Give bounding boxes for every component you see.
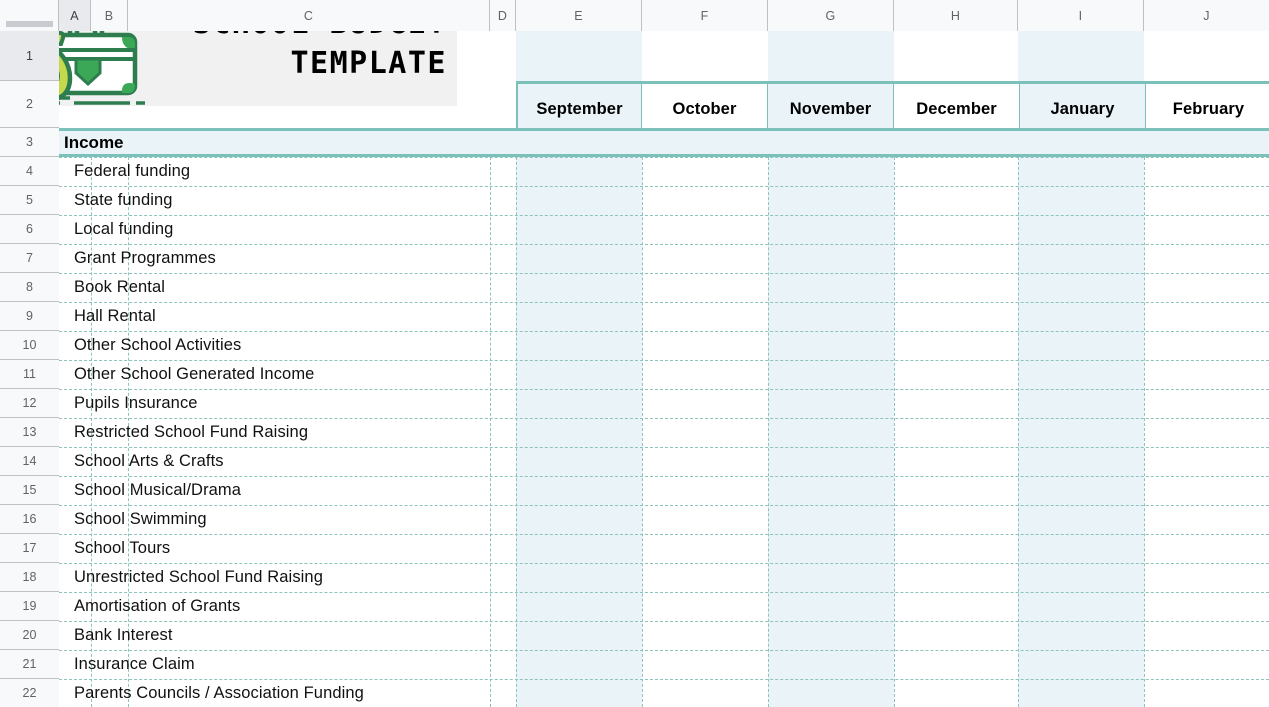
cell-gridline-horizontal	[59, 534, 1269, 535]
budget-item-row[interactable]: Parents Councils / Association Funding	[74, 679, 364, 707]
row-header-6[interactable]: 6	[0, 215, 59, 244]
row-header-21[interactable]: 21	[0, 650, 59, 679]
row-header-11[interactable]: 11	[0, 360, 59, 389]
row-header-7[interactable]: 7	[0, 244, 59, 273]
budget-item-row[interactable]: Local funding	[74, 215, 173, 244]
budget-item-row[interactable]: Book Rental	[74, 273, 165, 302]
budget-item-row[interactable]: School Arts & Crafts	[74, 447, 224, 476]
cell-gridline-horizontal	[59, 621, 1269, 622]
row-header-18[interactable]: 18	[0, 563, 59, 592]
cell-gridline-vertical	[490, 157, 491, 707]
month-header-january[interactable]: January	[1020, 84, 1146, 134]
spreadsheet-canvas: $ SCHOOL BUDGET TEMPLATE SeptemberOctobe…	[0, 0, 1269, 707]
cell-gridline-vertical	[1018, 157, 1019, 707]
column-header-e[interactable]: E	[516, 0, 642, 31]
budget-item-row[interactable]: School Musical/Drama	[74, 476, 241, 505]
row-header-10[interactable]: 10	[0, 331, 59, 360]
cell-gridline-horizontal	[59, 215, 1269, 216]
cell-gridline-vertical	[894, 157, 895, 707]
column-header-h[interactable]: H	[894, 0, 1018, 31]
month-header-october[interactable]: October	[642, 84, 768, 134]
row-header-9[interactable]: 9	[0, 302, 59, 331]
cell-gridline-vertical	[768, 157, 769, 707]
month-header-december[interactable]: December	[894, 84, 1020, 134]
cell-gridline-vertical	[516, 157, 517, 707]
budget-item-row[interactable]: State funding	[74, 186, 173, 215]
budget-item-row[interactable]: School Swimming	[74, 505, 207, 534]
column-header-strip: ABCDEFGHIJ	[0, 0, 1269, 31]
section-title: Income	[64, 132, 124, 152]
budget-item-row[interactable]: Other School Activities	[74, 331, 241, 360]
section-row-income[interactable]: Income	[59, 128, 1269, 157]
row-header-19[interactable]: 19	[0, 592, 59, 621]
row-header-4[interactable]: 4	[0, 157, 59, 186]
budget-item-row[interactable]: Hall Rental	[74, 302, 156, 331]
budget-item-row[interactable]: Unrestricted School Fund Raising	[74, 563, 323, 592]
column-header-d[interactable]: D	[490, 0, 516, 31]
cell-gridline-horizontal	[59, 302, 1269, 303]
row-header-14[interactable]: 14	[0, 447, 59, 476]
budget-item-row[interactable]: Grant Programmes	[74, 244, 216, 273]
budget-item-row[interactable]: Federal funding	[74, 157, 190, 186]
row-header-2[interactable]: 2	[0, 81, 59, 128]
column-header-j[interactable]: J	[1144, 0, 1269, 31]
column-header-f[interactable]: F	[642, 0, 768, 31]
cell-gridline-horizontal	[59, 273, 1269, 274]
row-header-17[interactable]: 17	[0, 534, 59, 563]
column-header-b[interactable]: B	[91, 0, 128, 31]
cell-gridline-horizontal	[59, 186, 1269, 187]
row-header-1[interactable]: 1	[0, 31, 59, 81]
column-header-a[interactable]: A	[59, 0, 91, 31]
row-header-12[interactable]: 12	[0, 389, 59, 418]
cell-gridline-vertical	[642, 157, 643, 707]
select-all-corner[interactable]	[0, 0, 59, 31]
row-header-15[interactable]: 15	[0, 476, 59, 505]
budget-item-row[interactable]: Pupils Insurance	[74, 389, 198, 418]
row-header-5[interactable]: 5	[0, 186, 59, 215]
budget-item-row[interactable]: Bank Interest	[74, 621, 173, 650]
column-header-g[interactable]: G	[768, 0, 894, 31]
month-header-september[interactable]: September	[516, 84, 642, 134]
month-header-february[interactable]: February	[1146, 84, 1269, 134]
cell-gridline-horizontal	[59, 447, 1269, 448]
budget-item-row[interactable]: Other School Generated Income	[74, 360, 314, 389]
budget-item-row[interactable]: Restricted School Fund Raising	[74, 418, 308, 447]
column-header-i[interactable]: I	[1018, 0, 1144, 31]
month-header-november[interactable]: November	[768, 84, 894, 134]
row-header-16[interactable]: 16	[0, 505, 59, 534]
budget-item-row[interactable]: Amortisation of Grants	[74, 592, 240, 621]
cell-gridline-horizontal	[59, 244, 1269, 245]
row-header-strip: 1 2 3 4 5 6 7 8 9 10 11 12 13 14 15 16 17 18 19 20 21 22	[0, 31, 59, 707]
column-header-c[interactable]: C	[128, 0, 490, 31]
row-header-20[interactable]: 20	[0, 621, 59, 650]
cell-gridline-horizontal	[59, 592, 1269, 593]
cell-gridline-horizontal	[59, 505, 1269, 506]
cell-gridline-horizontal	[59, 157, 1269, 158]
budget-item-row[interactable]: Insurance Claim	[74, 650, 195, 679]
row-header-8[interactable]: 8	[0, 273, 59, 302]
row-header-3[interactable]: 3	[0, 128, 59, 157]
cell-gridline-vertical	[1144, 157, 1145, 707]
row-header-13[interactable]: 13	[0, 418, 59, 447]
cell-gridline-horizontal	[59, 389, 1269, 390]
row-header-22[interactable]: 22	[0, 679, 59, 707]
budget-item-row[interactable]: School Tours	[74, 534, 170, 563]
cell-gridline-horizontal	[59, 650, 1269, 651]
